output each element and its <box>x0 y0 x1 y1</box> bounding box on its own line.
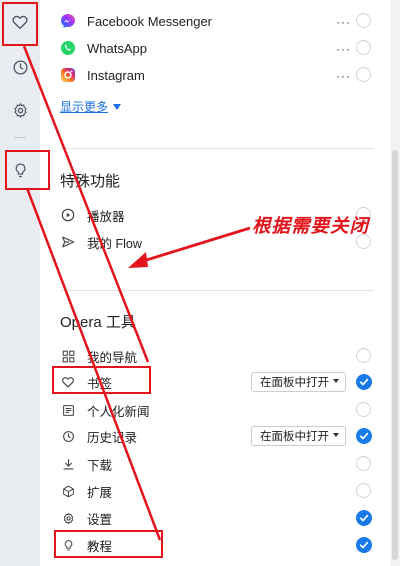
app-toggle[interactable] <box>356 13 371 28</box>
news-icon <box>60 402 76 418</box>
select-value: 在面板中打开 <box>260 431 329 443</box>
tool-row-history[interactable]: 历史记录 在面板中打开 <box>40 423 390 449</box>
download-icon <box>60 456 76 472</box>
messenger-icon <box>60 13 76 29</box>
clock-icon <box>12 59 28 75</box>
app-label: Facebook Messenger <box>87 13 213 29</box>
app-label: WhatsApp <box>87 40 147 56</box>
play-circle-icon <box>60 207 76 223</box>
tool-label: 我的导航 <box>87 350 138 365</box>
history-rail-button[interactable] <box>4 51 36 83</box>
checkmark-icon <box>359 514 369 522</box>
section-divider <box>60 290 374 291</box>
highlight-box-bookmarks-row <box>52 366 151 394</box>
tool-toggle-checked[interactable] <box>356 510 372 526</box>
checkmark-icon <box>359 378 369 386</box>
tool-toggle[interactable] <box>356 348 371 363</box>
grid-icon <box>60 348 76 364</box>
caret-down-icon <box>333 379 339 383</box>
tool-label: 个人化新闻 <box>87 404 150 419</box>
whatsapp-icon <box>60 40 76 56</box>
gear-icon <box>60 510 76 526</box>
tool-row-settings[interactable]: 设置 <box>40 505 390 531</box>
more-options-button[interactable]: ··· <box>336 15 351 29</box>
app-toggle[interactable] <box>356 67 371 82</box>
caret-down-icon <box>113 103 122 110</box>
feature-label: 我的 Flow <box>87 236 142 251</box>
tool-toggle-checked[interactable] <box>356 374 372 390</box>
show-more-label: 显示更多 <box>60 100 109 114</box>
tool-toggle[interactable] <box>356 483 371 498</box>
send-icon <box>60 234 76 250</box>
caret-down-icon <box>333 433 339 437</box>
open-mode-select[interactable]: 在面板中打开 <box>251 426 346 446</box>
checkmark-icon <box>359 541 369 549</box>
opera-tools-heading: Opera 工具 <box>60 314 136 331</box>
app-toggle[interactable] <box>356 40 371 55</box>
more-options-button[interactable]: ··· <box>336 42 351 56</box>
sidebar-rail <box>0 0 40 566</box>
annotation-caption: 根据需要关闭 <box>252 216 370 237</box>
special-features-heading: 特殊功能 <box>60 173 121 190</box>
tool-row-downloads[interactable]: 下载 <box>40 451 390 477</box>
app-row-whatsapp[interactable]: WhatsApp ··· <box>40 35 390 61</box>
tool-row-news[interactable]: 个人化新闻 <box>40 397 390 423</box>
tool-toggle-checked[interactable] <box>356 537 372 553</box>
highlight-box-tips-rail <box>5 150 50 190</box>
vertical-scrollbar[interactable] <box>390 0 400 566</box>
gear-icon <box>13 102 27 118</box>
tool-toggle[interactable] <box>356 402 371 417</box>
settings-rail-button[interactable] <box>4 94 36 126</box>
tool-toggle[interactable] <box>356 456 371 471</box>
rail-divider <box>14 137 26 138</box>
scrollbar-thumb[interactable] <box>392 150 398 560</box>
tool-toggle-checked[interactable] <box>356 428 372 444</box>
app-label: Instagram <box>87 67 145 83</box>
checkmark-icon <box>359 432 369 440</box>
feature-label: 播放器 <box>87 209 125 224</box>
show-more-link[interactable]: 显示更多 <box>60 98 122 115</box>
app-row-messenger[interactable]: Facebook Messenger ··· <box>40 8 390 34</box>
select-value: 在面板中打开 <box>260 377 329 389</box>
sidebar-settings-panel: Facebook Messenger ··· WhatsApp ··· Inst… <box>40 0 390 566</box>
highlight-box-tutorials-row <box>54 530 163 558</box>
more-options-button[interactable]: ··· <box>336 69 351 83</box>
open-mode-select[interactable]: 在面板中打开 <box>251 372 346 392</box>
tool-label: 历史记录 <box>87 430 138 445</box>
tool-row-extensions[interactable]: 扩展 <box>40 478 390 504</box>
tool-label: 扩展 <box>87 485 113 500</box>
highlight-box-bookmarks-rail <box>2 2 38 46</box>
tool-label: 下载 <box>87 458 113 473</box>
clock-icon <box>60 428 76 444</box>
section-divider <box>60 148 374 149</box>
instagram-icon <box>60 67 76 83</box>
tool-label: 设置 <box>87 512 113 527</box>
cube-icon <box>60 483 76 499</box>
app-row-instagram[interactable]: Instagram ··· <box>40 62 390 88</box>
